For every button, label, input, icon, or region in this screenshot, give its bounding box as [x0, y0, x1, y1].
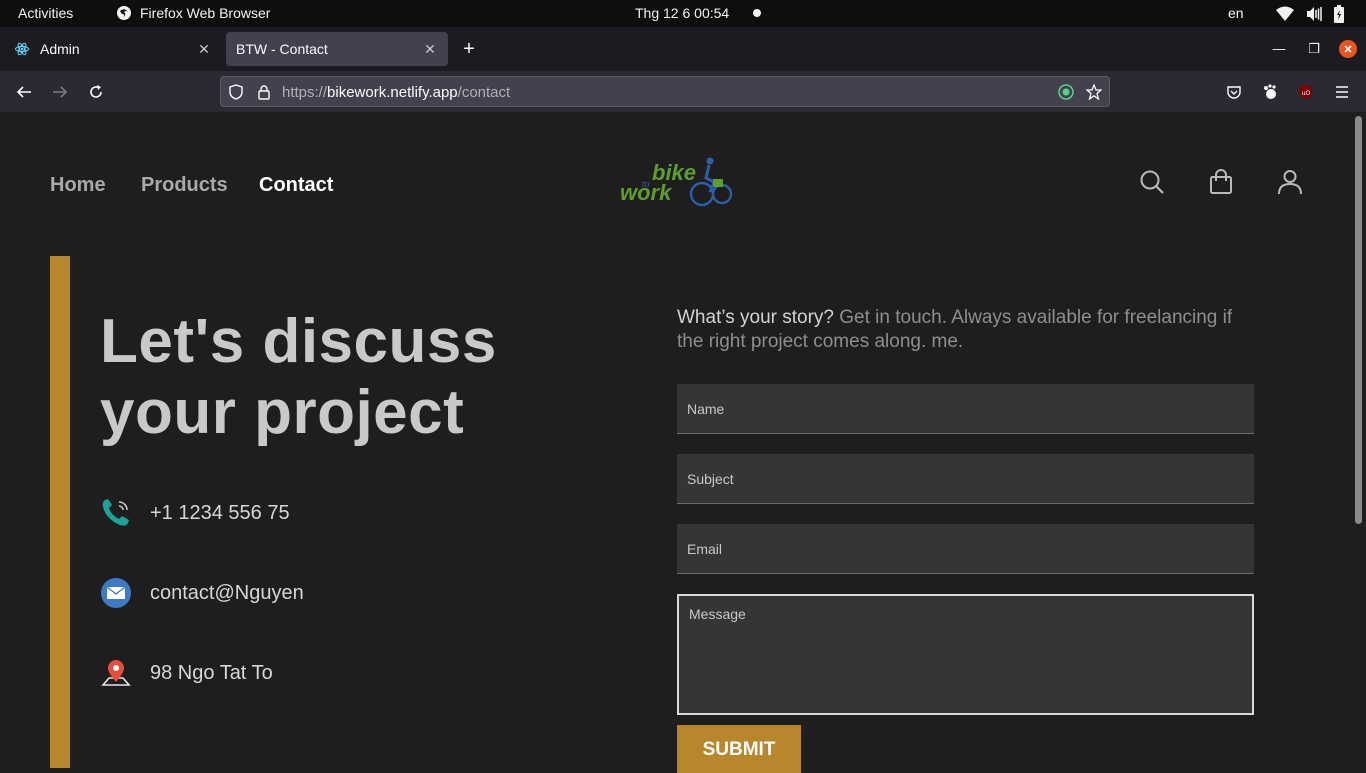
window-close-button[interactable]: [1339, 40, 1357, 58]
restore-icon[interactable]: ❐: [1305, 40, 1323, 58]
extension-button[interactable]: [1259, 81, 1281, 103]
headline-line-1: Let's discuss: [100, 307, 497, 376]
tab-title: BTW - Contact: [236, 41, 328, 57]
contact-phone: +1 1234 556 75: [100, 496, 290, 530]
accent-bar: [50, 256, 70, 768]
menu-button[interactable]: [1331, 81, 1353, 103]
submit-button[interactable]: SUBMIT: [677, 725, 801, 773]
phone-number[interactable]: +1 1234 556 75: [150, 502, 290, 525]
email-icon: [100, 577, 132, 609]
firefox-icon: [117, 6, 131, 20]
close-tab-icon[interactable]: ✕: [196, 41, 212, 57]
arrow-left-icon: [16, 86, 31, 98]
app-name: Firefox Web Browser: [140, 5, 271, 21]
volume-icon: [1307, 7, 1322, 21]
user-icon[interactable]: [1276, 168, 1304, 196]
tab-admin[interactable]: Admin ✕: [4, 32, 222, 66]
contact-address: 98 Ngo Tat To: [100, 656, 273, 690]
page-content: Home Products Contact bike to work Let's…: [0, 112, 1366, 773]
system-tray[interactable]: [1276, 5, 1344, 23]
gnome-extension-icon: [1264, 84, 1276, 99]
back-button[interactable]: [13, 81, 35, 103]
battery-icon: [1334, 5, 1344, 23]
pocket-icon: [1227, 86, 1241, 99]
phone-icon: [100, 497, 132, 529]
react-icon: [14, 41, 30, 57]
bookmark-star-icon[interactable]: [1085, 83, 1103, 101]
shield-icon[interactable]: [227, 83, 245, 101]
logo-word-work: work: [620, 180, 673, 205]
minimize-icon[interactable]: —: [1270, 40, 1288, 58]
reload-icon: [90, 85, 102, 98]
notification-dot: [753, 9, 761, 17]
nav-contact[interactable]: Contact: [259, 174, 333, 197]
url-bar[interactable]: https://bikework.netlify.app/contact: [220, 76, 1110, 107]
pocket-button[interactable]: [1223, 81, 1245, 103]
activities-button[interactable]: Activities: [18, 5, 73, 21]
hamburger-icon: [1336, 86, 1348, 98]
tab-title: Admin: [40, 41, 80, 57]
nav-products[interactable]: Products: [141, 174, 228, 197]
extension-badge-icon[interactable]: [1057, 83, 1075, 101]
tab-contact[interactable]: BTW - Contact ✕: [226, 32, 448, 66]
close-icon: [1344, 45, 1352, 53]
clock[interactable]: Thg 12 6 00:54: [635, 5, 729, 21]
page-headline: Let's discuss your project: [100, 306, 580, 448]
subject-field[interactable]: Subject: [677, 454, 1254, 504]
reload-button[interactable]: [85, 81, 107, 103]
tab-strip: Admin ✕ BTW - Contact ✕ + — ❐: [0, 27, 1366, 71]
new-tab-button[interactable]: +: [458, 38, 480, 60]
street-address: 98 Ngo Tat To: [150, 661, 273, 684]
location-pin-icon: [100, 657, 132, 689]
bike-logo-icon: bike to work: [620, 157, 733, 207]
shopping-bag-icon[interactable]: [1207, 168, 1235, 196]
system-top-bar: Activities Firefox Web Browser Thg 12 6 …: [0, 0, 1366, 27]
url-text[interactable]: https://bikework.netlify.app/contact: [282, 84, 510, 101]
email-address[interactable]: contact@Nguyen: [150, 582, 304, 605]
language-indicator[interactable]: en: [1228, 5, 1244, 21]
arrow-right-icon: [53, 86, 68, 98]
contact-email: contact@Nguyen: [100, 576, 304, 610]
wifi-icon: [1276, 6, 1294, 21]
headline-line-2: your project: [100, 378, 465, 447]
message-field[interactable]: Message: [677, 594, 1254, 715]
forward-button[interactable]: [49, 81, 71, 103]
name-field[interactable]: Name: [677, 384, 1254, 434]
intro-text: What’s your story? Get in touch. Always …: [677, 306, 1257, 354]
nav-home[interactable]: Home: [50, 174, 106, 197]
search-icon[interactable]: [1138, 168, 1166, 196]
page-scrollbar[interactable]: [1355, 116, 1362, 524]
navigation-toolbar: https://bikework.netlify.app/contact uO: [0, 71, 1366, 112]
lock-icon[interactable]: [255, 83, 273, 101]
close-tab-icon[interactable]: ✕: [422, 41, 438, 57]
email-field[interactable]: Email: [677, 524, 1254, 574]
ublock-button[interactable]: uO: [1295, 81, 1317, 103]
intro-question: What’s your story?: [677, 307, 834, 328]
svg-text:uO: uO: [1302, 90, 1311, 97]
ublock-icon: uO: [1300, 85, 1312, 99]
site-logo[interactable]: bike to work: [618, 156, 736, 208]
app-menu[interactable]: Firefox Web Browser: [116, 5, 270, 21]
